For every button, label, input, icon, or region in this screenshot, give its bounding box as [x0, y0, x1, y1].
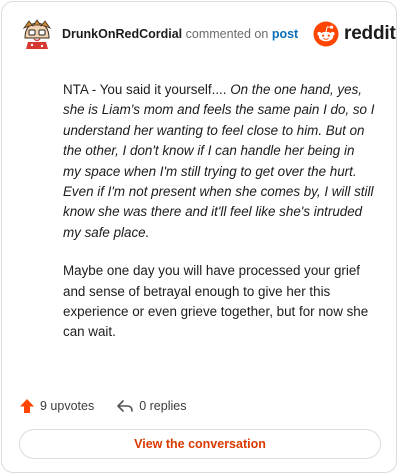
upvote-count: 9 upvotes — [40, 399, 95, 413]
post-link[interactable]: post — [272, 27, 298, 41]
comment-footer: 9 upvotes 0 replies — [19, 394, 208, 418]
view-conversation-button[interactable]: View the conversation — [19, 429, 381, 459]
comment-header: DrunkOnRedCordial commented on post redd… — [2, 2, 398, 66]
reddit-brand[interactable]: reddit — [313, 21, 396, 47]
comment-paragraph-2: Maybe one day you will have processed yo… — [63, 263, 369, 340]
reddit-logo-icon — [313, 21, 339, 47]
upvote-stat[interactable]: 9 upvotes — [19, 398, 94, 414]
reply-stat[interactable]: 0 replies — [116, 398, 186, 414]
upvote-arrow-icon — [20, 399, 34, 413]
reply-count: 0 replies — [139, 399, 187, 413]
reply-arrow-icon — [117, 400, 134, 412]
comment-embed-card: DrunkOnRedCordial commented on post redd… — [1, 1, 397, 473]
paragraph-1-prefix: NTA - You said it yourself.... — [63, 82, 231, 97]
comment-meta: DrunkOnRedCordial commented on post — [62, 27, 298, 41]
quoted-text: On the one hand, yes, she is Liam's mom … — [63, 82, 375, 240]
commented-on-label: commented on — [185, 27, 269, 41]
comment-body: NTA - You said it yourself.... On the on… — [63, 80, 375, 361]
username[interactable]: DrunkOnRedCordial — [62, 27, 182, 41]
avatar[interactable] — [19, 16, 55, 52]
comment-paragraph-1: NTA - You said it yourself.... On the on… — [63, 80, 375, 243]
brand-name: reddit — [344, 23, 396, 44]
